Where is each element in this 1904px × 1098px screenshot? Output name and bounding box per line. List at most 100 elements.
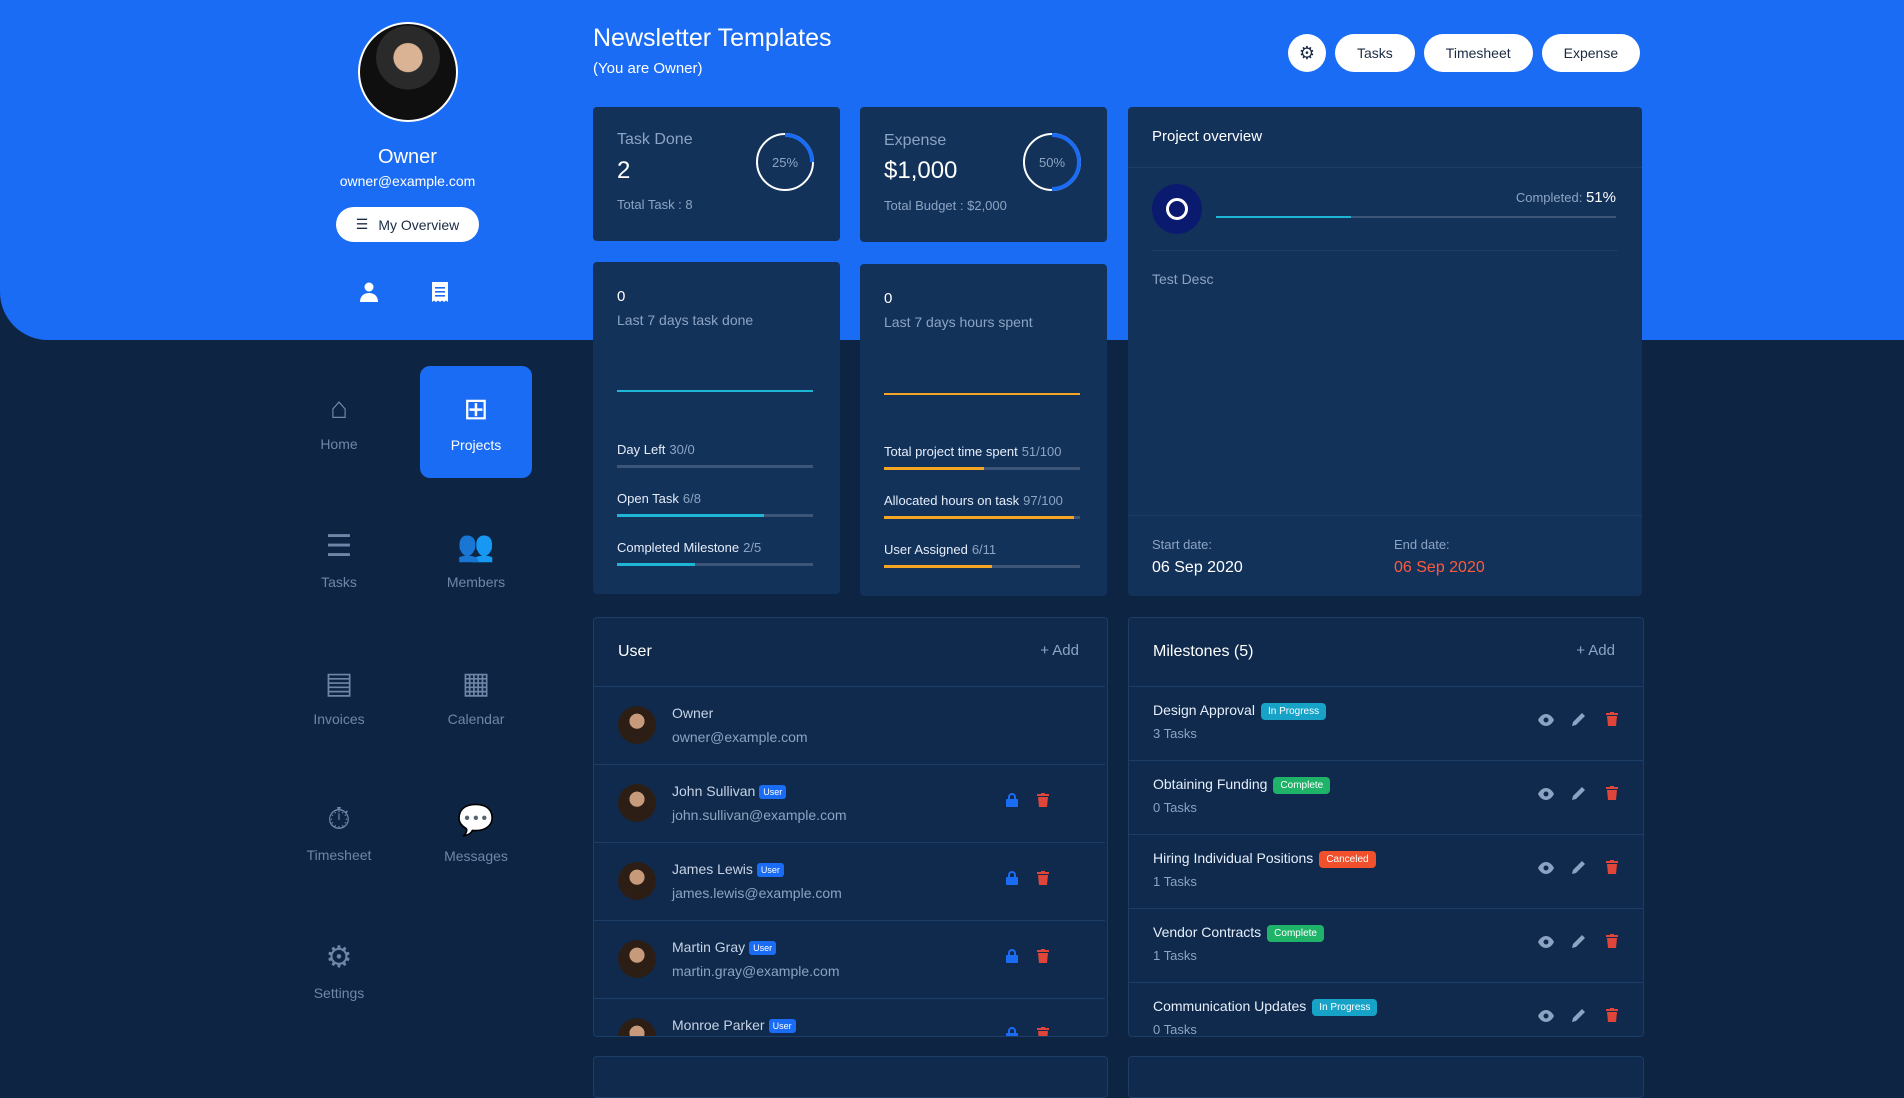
project-overview-card: Project overview Completed: 51% Test Des… xyxy=(1128,107,1642,596)
nav-item-tasks[interactable]: ☰ Tasks xyxy=(283,503,395,615)
progress-label: Open Task xyxy=(617,491,679,506)
user-name-line: Monroe Parker User xyxy=(672,1017,796,1034)
milestone-row: Hiring Individual Positions Canceled 1 Tas… xyxy=(1129,834,1643,909)
status-badge: In Progress xyxy=(1260,702,1327,720)
tasks-icon: ☰ xyxy=(325,529,353,563)
timesheet-button[interactable]: Timesheet xyxy=(1423,34,1533,72)
progress-label: User Assigned xyxy=(884,542,968,557)
user-email: james.lewis@example.com xyxy=(672,885,842,901)
user-name: Monroe Parker xyxy=(672,1017,765,1033)
trash-icon[interactable] xyxy=(1037,793,1049,811)
progress-value: 2/5 xyxy=(743,540,762,555)
tasks-progress-list: Day Left 30/0 Open Task 6/8 Completed Milest… xyxy=(617,442,813,566)
progress-value: 97/100 xyxy=(1023,493,1063,508)
trash-icon[interactable] xyxy=(1606,786,1618,804)
lock-icon[interactable] xyxy=(1006,793,1018,811)
trash-icon[interactable] xyxy=(1606,934,1618,952)
pencil-icon[interactable] xyxy=(1572,712,1586,730)
nav-item-home[interactable]: ⌂ Home xyxy=(283,366,395,478)
project-description: Test Desc xyxy=(1152,271,1214,287)
milestone-name: Communication Updates xyxy=(1153,998,1307,1014)
trash-icon[interactable] xyxy=(1606,860,1618,878)
milestone-row: Obtaining Funding Complete 0 Tasks xyxy=(1129,760,1643,835)
user-name: John Sullivan xyxy=(672,783,756,799)
progress-track xyxy=(884,467,1080,470)
trash-icon[interactable] xyxy=(1606,712,1618,730)
milestone-task-count: 1 Tasks xyxy=(1153,948,1197,963)
eye-icon[interactable] xyxy=(1538,713,1554,730)
lock-icon[interactable] xyxy=(1006,1027,1018,1036)
user-name: James Lewis xyxy=(672,861,753,877)
pencil-icon[interactable] xyxy=(1572,934,1586,952)
bottom-card-right xyxy=(1128,1056,1644,1098)
trash-icon[interactable] xyxy=(1037,871,1049,889)
progress-row: Total project time spent 51/100 xyxy=(884,444,1080,470)
calendar-icon: ▦ xyxy=(461,666,491,700)
nav-item-members[interactable]: 👥 Members xyxy=(420,503,532,615)
milestone-name: Vendor Contracts xyxy=(1153,924,1262,940)
progress-value: 6/8 xyxy=(682,491,701,506)
nav-label: Invoices xyxy=(313,710,365,727)
progress-track xyxy=(884,516,1080,519)
eye-icon[interactable] xyxy=(1538,861,1554,878)
expense-card: Expense $1,000 Total Budget : $2,000 50% xyxy=(860,107,1107,242)
progress-row: Open Task 6/8 xyxy=(617,491,813,517)
user-email: john.sullivan@example.com xyxy=(672,807,847,823)
my-overview-label: My Overview xyxy=(378,216,460,233)
my-overview-button[interactable]: ☰ My Overview xyxy=(335,207,480,242)
user-name: Martin Gray xyxy=(672,939,746,955)
project-overview-title: Project overview xyxy=(1152,128,1263,145)
nav-label: Members xyxy=(446,573,506,590)
pencil-icon[interactable] xyxy=(1572,1008,1586,1026)
eye-icon[interactable] xyxy=(1538,787,1554,804)
pencil-icon[interactable] xyxy=(1572,860,1586,878)
trash-icon[interactable] xyxy=(1037,949,1049,967)
eye-icon[interactable] xyxy=(1538,1009,1554,1026)
progress-label: Completed Milestone xyxy=(617,540,740,555)
user-icon[interactable] xyxy=(360,282,378,308)
user-row: Owner owner@example.com xyxy=(594,686,1105,765)
task-progress-ring: 25% xyxy=(756,133,814,191)
divider xyxy=(1128,515,1642,516)
total-task: Total Task : 8 xyxy=(617,197,693,212)
lock-icon[interactable] xyxy=(1006,871,1018,889)
tasks-button[interactable]: Tasks xyxy=(1335,34,1415,72)
expense-progress-ring: 50% xyxy=(1023,133,1081,191)
progress-track xyxy=(617,465,813,468)
eye-icon[interactable] xyxy=(1538,935,1554,952)
project-logo xyxy=(1152,184,1202,234)
settings-button[interactable]: ⚙ xyxy=(1288,34,1326,72)
expense-button[interactable]: Expense xyxy=(1541,34,1641,72)
receipt-icon[interactable] xyxy=(432,282,448,308)
tasks-summary-card: 0 Last 7 days task done Day Left 30/0 Open… xyxy=(593,262,840,594)
start-date-value: 06 Sep 2020 xyxy=(1152,559,1243,576)
trash-icon[interactable] xyxy=(1606,1008,1618,1026)
pencil-icon[interactable] xyxy=(1572,786,1586,804)
nav-item-timesheet[interactable]: ⏱ Timesheet xyxy=(283,777,395,889)
tasks-count: 0 xyxy=(617,288,626,305)
messages-icon: 💬 xyxy=(457,803,495,837)
nav-item-settings[interactable]: ⚙ Settings xyxy=(283,914,395,1026)
user-name-line: John Sullivan User xyxy=(672,783,787,800)
progress-value: 6/11 xyxy=(971,542,997,557)
user-email: martin.gray@example.com xyxy=(672,963,840,979)
nav-label: Timesheet xyxy=(306,847,372,863)
progress-fill xyxy=(884,467,984,470)
nav-item-invoices[interactable]: ▤ Invoices xyxy=(283,640,395,752)
nav-item-calendar[interactable]: ▦ Calendar xyxy=(420,640,532,752)
milestone-row: Vendor Contracts Complete 1 Tasks xyxy=(1129,908,1643,983)
nav-item-messages[interactable]: 💬 Messages xyxy=(420,777,532,889)
status-badge: Complete xyxy=(1273,776,1331,794)
trash-icon[interactable] xyxy=(1037,1027,1049,1036)
status-badge: Complete xyxy=(1267,924,1324,942)
nav-item-projects[interactable]: ⊞ Projects xyxy=(420,366,532,478)
end-date-value: 06 Sep 2020 xyxy=(1394,559,1485,576)
start-date-label: Start date: xyxy=(1152,537,1212,552)
tasks-caption: Last 7 days task done xyxy=(617,312,754,328)
profile-actions xyxy=(360,282,448,308)
lock-icon[interactable] xyxy=(1006,949,1018,967)
avatar xyxy=(618,706,656,744)
add-milestone-button[interactable]: + Add xyxy=(1576,642,1615,659)
plus-icon: + xyxy=(1040,642,1049,659)
add-user-button[interactable]: + Add xyxy=(1040,642,1079,659)
